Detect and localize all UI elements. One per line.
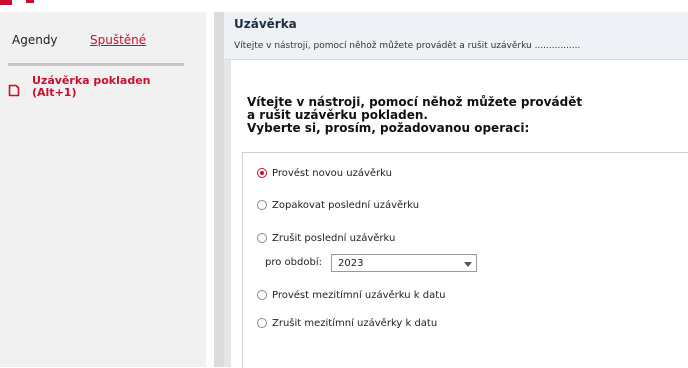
intro-text: Vítejte v nástroji, pomocí něhož můžete … — [247, 96, 667, 135]
running-agenda-label: Uzávěrka pokladen (Alt+1) — [32, 74, 151, 99]
sidebar: Agendy Spuštěné Uzávěrka pokladen (Alt+1… — [0, 12, 206, 367]
option-cancel-interim[interactable]: Zrušit mezitímní uzávěrky k datu — [257, 316, 437, 330]
period-value: 2023 — [338, 258, 364, 269]
top-accent-bar — [0, 0, 12, 5]
option-repeat-last-label: Zopakovat poslední uzávěrku — [272, 199, 420, 211]
top-accent-mark — [26, 0, 34, 3]
content-left-strip — [224, 60, 231, 367]
panel-splitter[interactable] — [214, 12, 224, 367]
period-label: pro období: — [265, 257, 322, 268]
page-subtitle: Vítejte v nástroji, pomocí něhož můžete … — [234, 41, 581, 51]
radio-interim-closing[interactable] — [257, 290, 267, 300]
page-title: Uzávěrka — [234, 17, 297, 31]
option-new-closing[interactable]: Provést novou uzávěrku — [257, 166, 392, 180]
tab-agendy[interactable]: Agendy — [12, 33, 58, 47]
tab-spustene[interactable]: Spuštěné — [90, 33, 146, 47]
option-cancel-last-label: Zrušit poslední uzávěrku — [272, 232, 396, 244]
radio-cancel-interim[interactable] — [257, 318, 267, 328]
page-header: Uzávěrka Vítejte v nástroji, pomocí něho… — [224, 12, 688, 60]
radio-repeat-last[interactable] — [257, 200, 267, 210]
chevron-down-icon[interactable] — [464, 262, 472, 267]
option-new-closing-label: Provést novou uzávěrku — [272, 167, 392, 179]
option-cancel-interim-label: Zrušit mezitímní uzávěrky k datu — [272, 317, 438, 329]
sidebar-tabs: Agendy Spuštěné — [8, 29, 184, 66]
operation-options-panel: Provést novou uzávěrku Zopakovat posledn… — [242, 152, 688, 368]
period-select[interactable]: 2023 — [331, 254, 477, 272]
radio-cancel-last[interactable] — [257, 233, 267, 243]
option-interim-closing-label: Provést mezitímní uzávěrku k datu — [272, 289, 446, 301]
running-agenda-item[interactable]: Uzávěrka pokladen (Alt+1) — [8, 74, 198, 110]
option-repeat-last[interactable]: Zopakovat poslední uzávěrku — [257, 198, 419, 212]
option-cancel-last[interactable]: Zrušit poslední uzávěrku — [257, 231, 395, 245]
radio-new-closing[interactable] — [257, 168, 267, 178]
option-interim-closing[interactable]: Provést mezitímní uzávěrku k datu — [257, 288, 446, 302]
document-icon — [8, 84, 20, 97]
intro-line-3: Vyberte si, prosím, požadovanou operaci: — [247, 121, 530, 135]
